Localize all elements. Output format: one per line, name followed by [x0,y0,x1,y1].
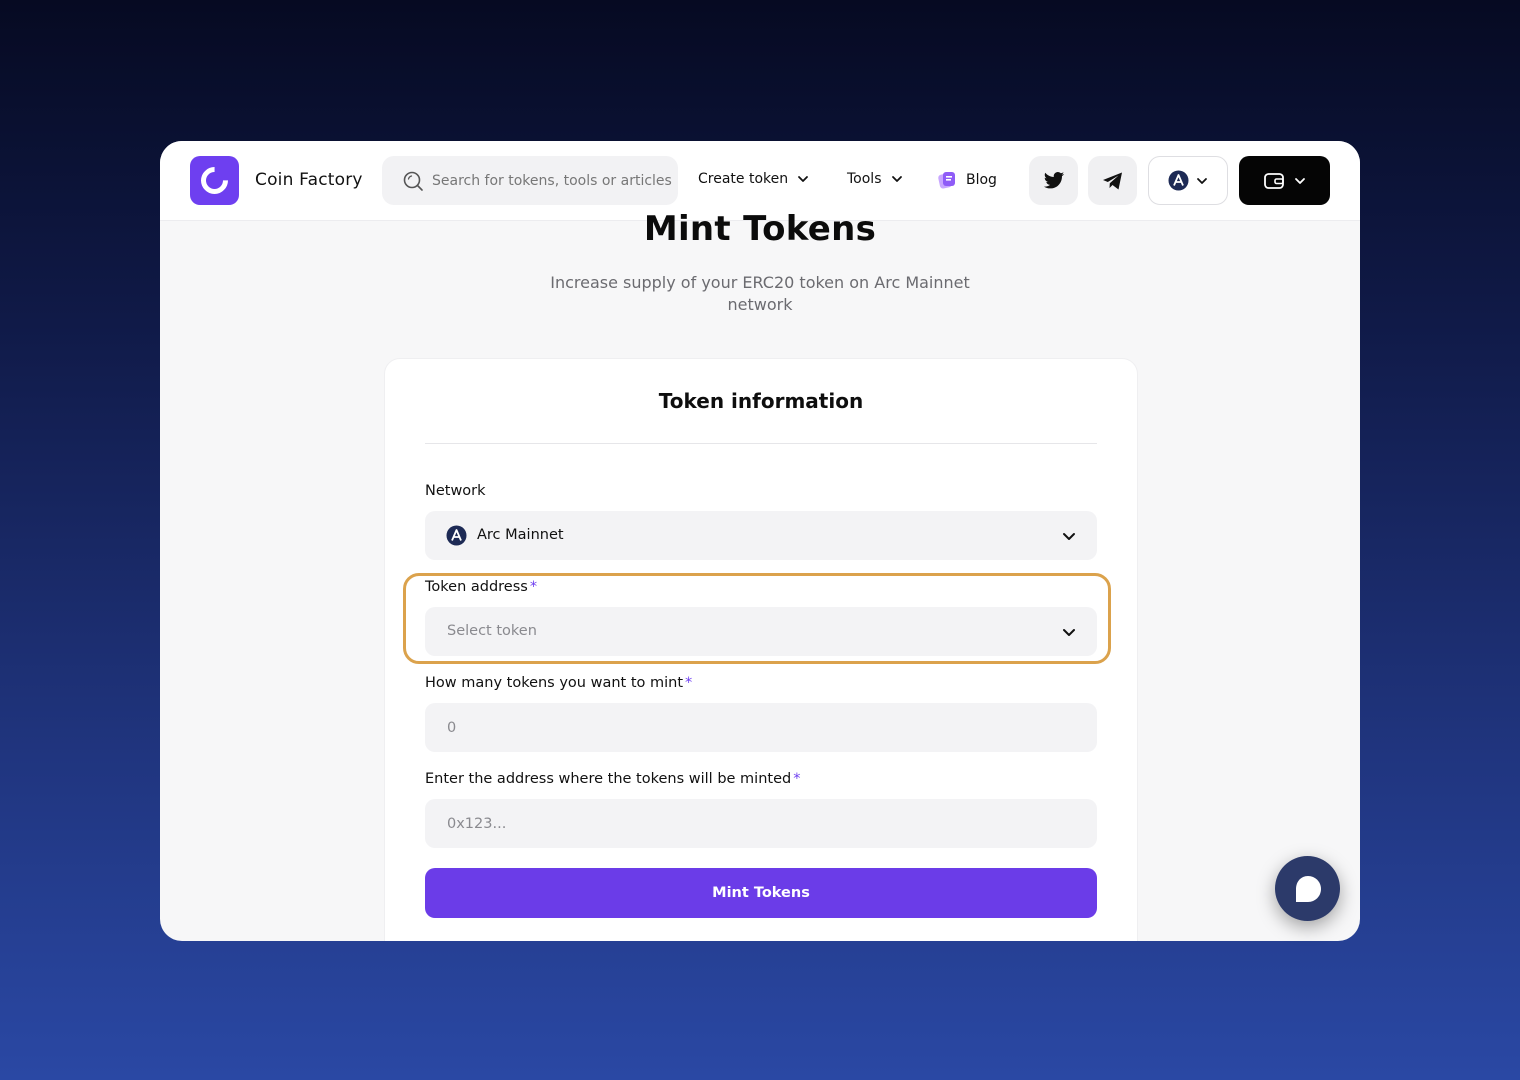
logo-c-icon [195,161,234,200]
card-divider [425,443,1097,444]
chevron-down-icon [798,176,809,182]
blog-icon [938,172,955,189]
nav-tools-label: Tools [847,171,882,187]
chevron-down-icon [1196,177,1207,184]
chat-button[interactable] [1275,856,1340,921]
chevron-down-icon [1063,533,1075,540]
telegram-icon [1102,172,1122,189]
recipient-address-label-text: Enter the address where the tokens will … [425,771,792,787]
brand-name[interactable]: Coin Factory [255,170,363,190]
chevron-down-icon [1294,177,1305,184]
card-title: Token information [658,389,864,413]
wallet-icon [1263,172,1284,189]
twitter-icon [1043,171,1064,188]
search-box[interactable] [382,156,678,205]
mint-amount-input[interactable] [447,703,1067,752]
nav-create-token-label: Create token [698,171,789,187]
mint-amount-label: How many tokens you want to mint * [425,675,692,691]
search-icon [403,171,423,191]
recipient-address-input[interactable] [447,799,1067,848]
nav-blog-label: Blog [966,172,997,188]
arc-network-icon [1168,170,1188,191]
token-address-highlight [403,573,1111,664]
mint-amount-field[interactable] [425,703,1097,752]
nav-create-token[interactable]: Create token [698,171,810,187]
arc-network-icon [446,525,467,546]
telegram-button[interactable] [1088,156,1137,205]
page-title: Mint Tokens [643,209,877,249]
required-asterisk: * [793,771,801,787]
nav-tools[interactable]: Tools [847,171,904,187]
network-value: Arc Mainnet [477,527,564,543]
mint-tokens-button[interactable]: Mint Tokens [425,868,1097,918]
recipient-address-field[interactable] [425,799,1097,848]
mint-amount-label-text: How many tokens you want to mint [425,675,684,691]
network-label-text: Network [425,483,486,499]
network-select[interactable]: Arc Mainnet [425,511,1097,560]
wallet-button[interactable] [1239,156,1330,205]
required-asterisk: * [685,675,693,691]
page-subtitle: Increase supply of your ERC20 token on A… [550,273,970,314]
coin-factory-logo[interactable] [190,156,239,205]
chat-bubble-icon [1295,875,1321,902]
nav-blog[interactable]: Blog [936,169,997,191]
chevron-down-icon [891,176,902,182]
app-window: Coin Factory Create token Tools B [160,141,1360,941]
twitter-button[interactable] [1029,156,1078,205]
network-selector-button[interactable] [1148,156,1228,205]
search-input[interactable] [432,156,672,205]
recipient-address-label: Enter the address where the tokens will … [425,771,800,787]
network-label: Network [425,483,486,499]
